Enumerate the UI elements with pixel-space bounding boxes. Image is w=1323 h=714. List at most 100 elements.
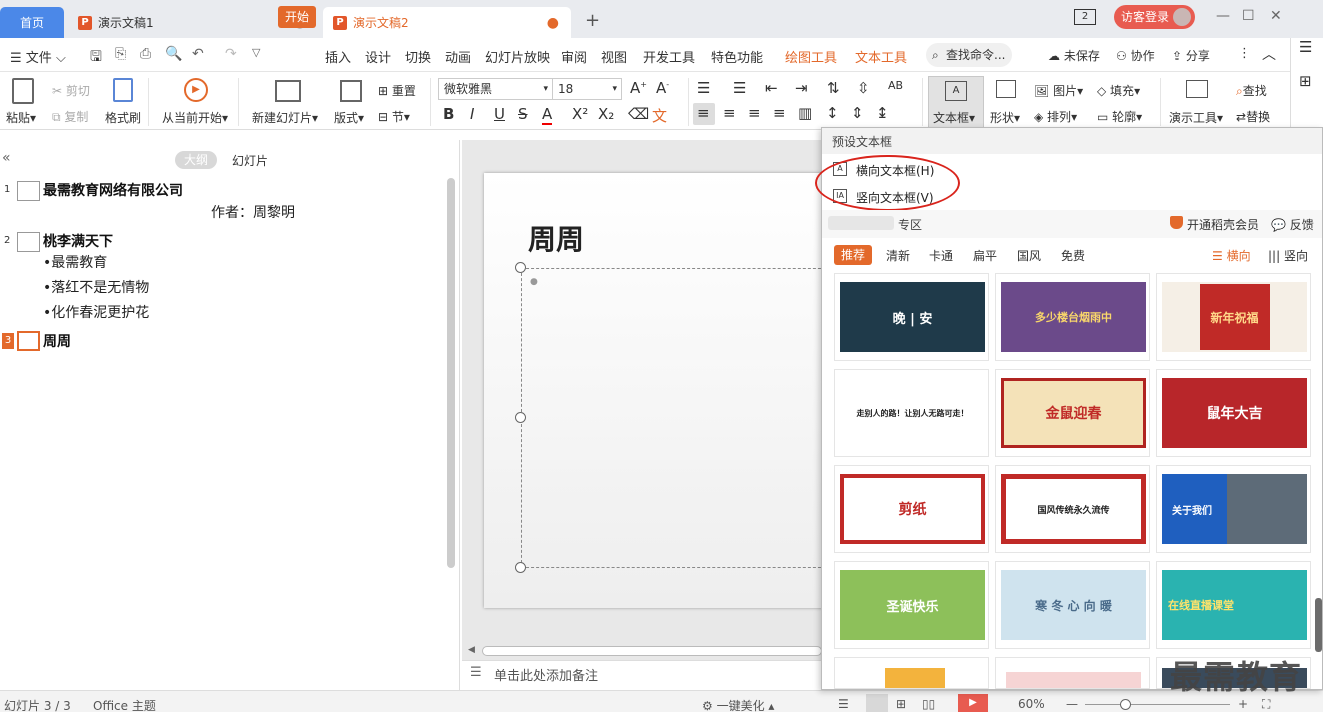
tab-home[interactable]: 首页 — [0, 7, 64, 38]
superscript-icon[interactable]: X² — [572, 105, 588, 123]
more-options-icon[interactable]: ⋮ — [1238, 46, 1251, 61]
outline-slide-title[interactable]: 最需教育网络有限公司 — [43, 180, 183, 200]
menu-tab-start[interactable]: 开始 — [278, 6, 316, 28]
window-count-button[interactable]: 2 — [1074, 9, 1096, 25]
category-recommend[interactable]: 推荐 — [834, 245, 872, 265]
numbered-list-icon[interactable]: ☰ — [733, 79, 746, 97]
normal-view-icon[interactable] — [866, 694, 888, 712]
play-icon[interactable]: ▶ — [184, 78, 208, 102]
clear-format-icon[interactable]: ⌫ — [628, 105, 649, 123]
section-button[interactable]: ⊟ 节▾ — [378, 108, 410, 125]
template-card[interactable]: 剪纸 — [834, 465, 989, 553]
template-card[interactable]: 新年祝福 — [1156, 273, 1311, 361]
bullet-list-icon[interactable]: ☰ — [697, 79, 710, 97]
slide-thumbnail-active[interactable] — [17, 331, 40, 351]
from-current-button[interactable]: 从当前开始▾ — [162, 109, 228, 126]
new-slide-button[interactable]: 新建幻灯片▾ — [252, 109, 318, 126]
font-color-icon[interactable]: A — [542, 105, 553, 125]
font-size-select[interactable]: 18 ▾ — [552, 78, 622, 100]
scroll-thumb[interactable] — [482, 646, 822, 656]
outline-slide-title[interactable]: 桃李满天下 — [43, 231, 113, 251]
present-tools-icon[interactable] — [1186, 80, 1208, 98]
justify-icon[interactable]: ≡ — [773, 104, 786, 122]
collapse-panel-icon[interactable]: « — [2, 150, 11, 166]
search-command-input[interactable]: ⌕ 查找命令... — [926, 43, 1012, 67]
increase-indent-icon[interactable]: ⇥ — [795, 79, 808, 97]
increase-font-icon[interactable]: A+ — [630, 79, 647, 97]
template-card[interactable]: 金鼠迎春 — [995, 369, 1150, 457]
shape-button[interactable]: 形状▾ — [990, 109, 1020, 126]
sorter-view-icon[interactable]: ⊞ — [896, 697, 906, 711]
zoom-slider-thumb[interactable] — [1120, 699, 1131, 710]
replace-button[interactable]: ⇄替换 — [1236, 108, 1270, 125]
beautify-button[interactable]: ⚙ 一键美化 ▴ — [702, 697, 774, 714]
template-card[interactable] — [834, 657, 989, 689]
template-card[interactable]: 圣诞快乐 — [834, 561, 989, 649]
menu-tab-review[interactable]: 审阅 — [561, 47, 587, 66]
vip-link[interactable]: 开通稻壳会员 — [1187, 216, 1259, 233]
text-effect-icon[interactable]: AB — [888, 79, 903, 92]
menu-tab-animation[interactable]: 动画 — [445, 47, 471, 66]
minimize-button[interactable]: — — [1216, 8, 1230, 24]
reading-view-icon[interactable]: ▯▯ — [922, 697, 935, 711]
undo-icon[interactable]: ↶ — [192, 46, 204, 62]
dropdown-scrollbar[interactable] — [1315, 598, 1322, 652]
format-painter-button[interactable]: 格式刷 — [105, 109, 141, 126]
content-textbox[interactable]: ● — [521, 268, 831, 568]
zoom-level[interactable]: 60% — [1018, 697, 1045, 711]
outline-text[interactable]: •最需教育 — [43, 252, 107, 272]
outline-scrollbar[interactable] — [447, 178, 455, 568]
paste-icon[interactable] — [12, 78, 34, 104]
italic-icon[interactable]: I — [470, 105, 474, 123]
slide-thumbnail[interactable] — [17, 181, 40, 201]
paragraph-spacing-icon[interactable]: ⇕ — [851, 104, 864, 122]
template-card[interactable]: 走别人的路！让别人无路可走！ — [834, 369, 989, 457]
distribute-icon[interactable]: ▥ — [798, 104, 812, 122]
orientation-vertical[interactable]: ||| 竖向 — [1268, 247, 1308, 264]
fit-window-icon[interactable]: ⛶ — [1262, 697, 1270, 712]
template-card[interactable]: 鼠年大吉 — [1156, 369, 1311, 457]
outline-text[interactable]: •落红不是无情物 — [43, 277, 149, 297]
menu-icon[interactable]: ☰ — [1299, 38, 1312, 56]
category-flat[interactable]: 扁平 — [973, 247, 997, 264]
file-menu[interactable]: ☰ 文件 ⌵ — [10, 47, 66, 66]
collapse-ribbon-icon[interactable]: ︿ — [1262, 44, 1276, 64]
picture-button[interactable]: 🖼 图片▾ — [1034, 82, 1083, 99]
outline-text[interactable]: •化作春泥更护花 — [43, 302, 149, 322]
menu-tab-view[interactable]: 视图 — [601, 47, 627, 66]
collaborate-button[interactable]: ⚇ 协作 — [1116, 47, 1155, 64]
category-fresh[interactable]: 清新 — [886, 247, 910, 264]
play-slideshow-button[interactable]: ▶ — [958, 694, 988, 712]
tab-unsaved-dot-icon[interactable]: ● — [547, 15, 559, 31]
close-button[interactable]: ✕ — [1270, 8, 1282, 24]
add-tab-button[interactable]: + — [585, 10, 600, 31]
outline-text[interactable]: 作者：周黎明 — [211, 202, 295, 222]
menu-tab-text-tools[interactable]: 文本工具 — [855, 47, 907, 66]
theme-name[interactable]: Office 主题 — [93, 697, 156, 714]
outline-button[interactable]: ▭ 轮廓▾ — [1097, 108, 1142, 125]
tab-outline[interactable]: 大纲 — [175, 151, 217, 169]
template-card[interactable] — [995, 657, 1150, 689]
format-painter-icon[interactable] — [113, 78, 133, 102]
paste-button[interactable]: 粘贴▾ — [6, 109, 36, 126]
subscript-icon[interactable]: X₂ — [598, 105, 614, 123]
menu-tab-insert[interactable]: 插入 — [325, 47, 351, 66]
layout-button[interactable]: 版式▾ — [334, 109, 364, 126]
cut-button[interactable]: ✂ 剪切 — [52, 82, 90, 99]
print-icon[interactable]: ⎙ — [140, 46, 151, 62]
template-card[interactable]: 在线直播课堂 — [1156, 561, 1311, 649]
share-button[interactable]: ⇪ 分享 — [1172, 47, 1210, 64]
unsaved-status[interactable]: ☁ 未保存 — [1048, 47, 1100, 64]
outline-slide-title[interactable]: 周周 — [43, 331, 71, 351]
decrease-font-icon[interactable]: A- — [656, 79, 669, 97]
redo-icon[interactable]: ↷ — [225, 46, 237, 62]
menu-tab-features[interactable]: 特色功能 — [711, 47, 763, 66]
guest-login-button[interactable]: 访客登录 — [1114, 5, 1195, 29]
grid-icon[interactable]: ⊞ — [1299, 72, 1312, 90]
category-chinese[interactable]: 国风 — [1017, 247, 1041, 264]
menu-tab-drawing-tools[interactable]: 绘图工具 — [785, 47, 837, 66]
template-card[interactable]: 国风传统永久流传 — [995, 465, 1150, 553]
align-text-icon[interactable]: ⇳ — [857, 79, 870, 97]
print-preview-icon[interactable]: 🔍 — [165, 46, 182, 62]
font-name-select[interactable]: 微软雅黑 ▾ — [438, 78, 553, 100]
